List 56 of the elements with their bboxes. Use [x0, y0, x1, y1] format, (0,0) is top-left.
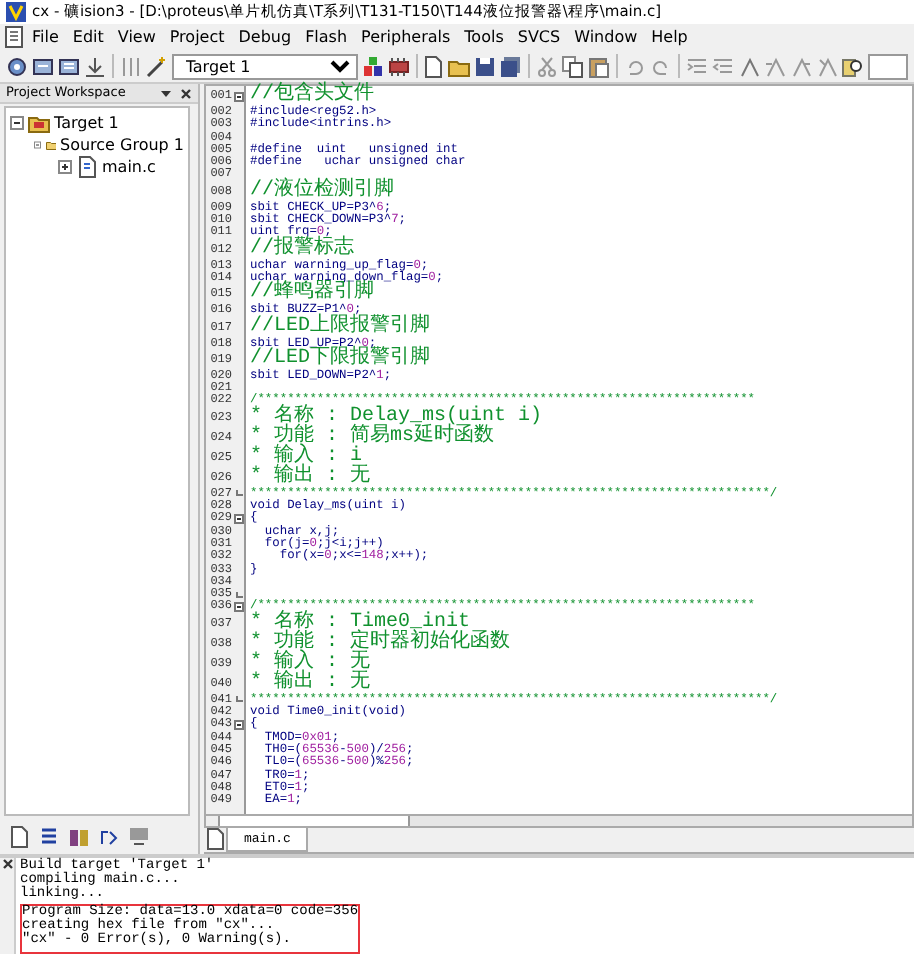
collapse-icon[interactable] [10, 116, 24, 130]
app-icon [6, 2, 26, 22]
code-line: * 输出 : 无 [248, 673, 371, 694]
chip-icon[interactable] [387, 55, 410, 77]
fold-icon[interactable] [234, 91, 244, 101]
download-icon[interactable] [84, 55, 106, 77]
menu-item[interactable]: Window [568, 25, 644, 49]
expand-icon[interactable] [58, 160, 72, 174]
functions-tab-icon[interactable] [98, 825, 120, 847]
menu-item[interactable]: Debug [232, 25, 298, 49]
menu-item[interactable]: Edit [66, 25, 110, 49]
close-icon[interactable] [1, 858, 13, 870]
gear-icon[interactable] [6, 55, 28, 77]
menu-item[interactable]: Tools [458, 25, 510, 49]
registers-tab-icon[interactable] [38, 825, 60, 847]
fold-icon[interactable] [234, 602, 244, 613]
pin-icon[interactable] [160, 87, 172, 99]
code-line: //LED下限报警引脚 [248, 349, 431, 370]
menu-item[interactable]: View [111, 25, 162, 49]
code-line: //LED上限报警引脚 [248, 317, 431, 338]
save-icon[interactable] [474, 55, 497, 77]
code-line: //蜂鸣器引脚 [248, 284, 375, 305]
code-line: //报警标志 [248, 239, 355, 260]
search-field[interactable] [867, 53, 908, 79]
menu-item[interactable]: File [26, 25, 65, 49]
target-icon [28, 112, 50, 134]
save-all-icon[interactable] [500, 55, 523, 77]
tree-item[interactable]: Source Group 1 [59, 133, 184, 157]
tree-item[interactable]: Target 1 [54, 111, 119, 135]
target-dropdown[interactable]: Target 1 [171, 53, 358, 79]
close-icon[interactable] [180, 87, 192, 99]
books-tab-icon[interactable] [68, 825, 90, 847]
files-tab-icon[interactable] [8, 825, 30, 847]
tree-item[interactable]: main.c [102, 155, 156, 179]
menu-item[interactable]: Flash [299, 25, 354, 49]
menu-item[interactable]: Help [645, 25, 694, 49]
new-file-icon[interactable] [422, 55, 445, 77]
copy-icon[interactable] [562, 55, 585, 77]
build-icon[interactable] [32, 55, 54, 77]
paste-icon[interactable] [588, 55, 611, 77]
file-icon [76, 156, 98, 178]
shapes-icon[interactable] [361, 55, 384, 77]
code-line: //包含头文件 [248, 86, 375, 106]
horizontal-scrollbar[interactable] [204, 816, 914, 828]
menu-item[interactable]: SVCS [511, 25, 567, 49]
code-line: //液位检测引脚 [248, 181, 395, 202]
fold-icon[interactable] [234, 719, 244, 730]
fold-icon[interactable] [234, 513, 244, 524]
folder-icon[interactable] [448, 55, 471, 77]
rebuild-icon[interactable] [58, 55, 80, 77]
find-in-files-icon[interactable] [841, 55, 864, 77]
menu-item[interactable]: Project [163, 25, 231, 49]
templates-tab-icon[interactable] [128, 825, 150, 847]
wand-icon[interactable] [145, 55, 168, 77]
menu-item[interactable]: Peripherals [355, 25, 457, 49]
code-line: * 输出 : 无 [248, 467, 371, 488]
